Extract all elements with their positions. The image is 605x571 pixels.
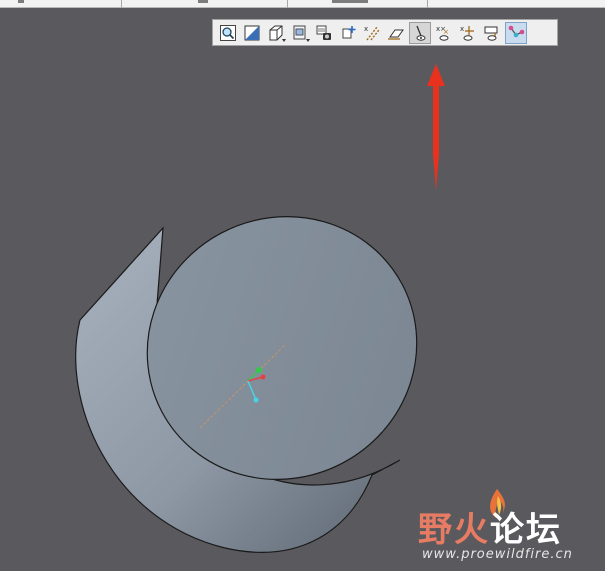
zoom-refit-button[interactable] (217, 22, 239, 44)
display-style-button[interactable] (265, 22, 287, 44)
svg-text:×: × (443, 28, 449, 36)
datum-point-display-button[interactable]: x× × (433, 22, 455, 44)
strip-divider (427, 0, 428, 8)
text-fragment (18, 0, 24, 3)
saved-orientations-button[interactable] (289, 22, 311, 44)
red-arrow-annotation (427, 64, 445, 190)
repaint-button[interactable] (241, 22, 263, 44)
dropdown-caret-icon (306, 38, 310, 42)
datum-plane-display-icon (388, 29, 404, 40)
datum-plane-display-button[interactable] (385, 22, 407, 44)
coordinate-system-display-icon: x (460, 25, 474, 41)
watermark-char-1: 野 (418, 510, 454, 550)
cylinder-model[interactable] (0, 9, 605, 571)
datum-axis-display-button[interactable]: x (361, 22, 383, 44)
watermark-url: www.proewildfire.cn (422, 547, 573, 562)
sketch-display-icon (508, 25, 525, 37)
watermark-char-3: 论坛 (490, 510, 562, 550)
forum-watermark: 野火论坛 www.proewildfire.cn (418, 488, 598, 562)
view-manager-button[interactable] (313, 22, 335, 44)
spin-center-icon (342, 25, 356, 38)
watermark-title: 野火论坛 (418, 502, 562, 551)
dropdown-caret-icon (282, 38, 286, 42)
coordinate-system-display-button[interactable]: x (457, 22, 479, 44)
svg-text:x: x (460, 25, 464, 33)
spin-center-button[interactable] (337, 22, 359, 44)
svg-text:x: x (364, 25, 368, 33)
strip-divider (287, 0, 288, 8)
annotation-display-button[interactable] (481, 22, 503, 44)
repaint-icon (244, 25, 260, 40)
view-toolbar: x x× × x (212, 19, 558, 46)
title-strip (0, 0, 605, 8)
view-manager-icon (316, 25, 331, 40)
datum-axis-display-icon: x (364, 25, 380, 40)
text-fragment (198, 0, 208, 3)
watermark-char-2: 火 (454, 510, 490, 550)
datum-axis-visibility-icon (416, 25, 426, 41)
datum-axis-visibility-button[interactable] (409, 21, 431, 44)
annotation-display-icon (484, 26, 498, 41)
strip-divider (121, 0, 122, 8)
datum-point-display-icon: x× × (436, 25, 449, 41)
graphics-viewport[interactable] (0, 9, 605, 571)
zoom-refit-icon (220, 24, 236, 41)
sketch-display-button[interactable] (505, 21, 527, 44)
text-fragment (332, 0, 368, 3)
